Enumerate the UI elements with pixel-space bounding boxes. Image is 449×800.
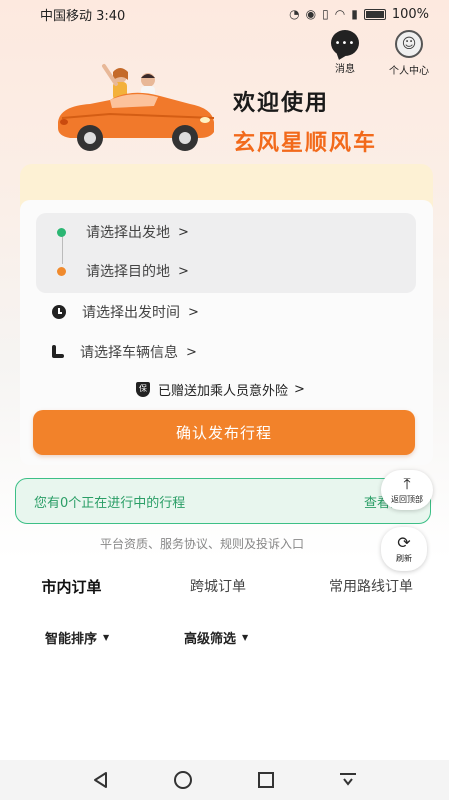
destination-placeholder: 请选择目的地 [86,264,170,280]
speedometer-icon: ◔ [289,7,300,21]
car-illustration [58,64,215,151]
order-tabs: 市内订单 跨城订单 常用路线订单 [0,564,449,608]
ongoing-trips-bar[interactable]: 您有0个正在进行中的行程 查看全部 [15,478,431,524]
status-left: 中国移动 3:40 [40,5,125,24]
chevron-right-icon: > [188,304,199,320]
welcome-line-2: 玄风星顺风车 [233,131,378,156]
recents-square-icon [257,772,274,788]
welcome-line-1: 欢迎使用 [233,91,330,116]
profile-label: 个人中心 [389,66,429,77]
shield-icon: 保 [136,382,150,397]
refresh-icon: ⟳ [397,532,411,552]
back-to-top-label: 返回顶部 [391,494,423,504]
caret-down-icon: ▼ [103,633,110,642]
tab-frequent-route-orders[interactable]: 常用路线订单 [293,564,449,608]
status-bar: 中国移动 3:40 ◔ ◉ ▯ ◠ ▮ 100% [0,0,449,28]
back-triangle-icon [94,772,108,788]
home-circle-icon [174,771,193,789]
header-actions: ••• 消息 ☺ 个人中心 [331,30,429,77]
chevron-right-icon: > [186,344,197,360]
chevron-right-icon: > [178,263,189,279]
insurance-link[interactable]: 保 已赠送加乘人员意外险 > [136,380,305,399]
nav-back-button[interactable] [81,765,121,795]
carrier-time: 中国移动 3:40 [40,8,126,24]
system-nav-bar [0,760,449,800]
caret-down-icon: ▼ [242,633,249,642]
tab-city-orders[interactable]: 市内订单 [0,564,143,608]
origin-selector[interactable]: 请选择出发地 > [57,222,189,242]
chevron-right-icon: > [294,382,305,397]
status-right: ◔ ◉ ▯ ◠ ▮ 100% [289,7,429,22]
advanced-filter-dropdown[interactable]: 高级筛选 ▼ [184,628,248,647]
back-to-top-button[interactable]: ⤒ 返回顶部 [381,470,433,510]
battery-icon [363,8,386,20]
origin-placeholder: 请选择出发地 [86,225,170,241]
signal-icon: ▮ [351,7,358,21]
hide-nav-icon [339,773,356,786]
nav-hide-button[interactable] [328,765,368,795]
clock-icon [52,305,66,319]
chat-bubble-icon: ••• [331,30,359,56]
advanced-filter-label: 高级筛选 [184,632,237,647]
wifi-icon: ◠ [334,7,346,21]
tab-intercity-orders[interactable]: 跨城订单 [143,564,293,608]
departure-time-selector[interactable]: 请选择出发时间 > [52,302,199,322]
destination-selector[interactable]: 请选择目的地 > [57,261,189,281]
vehicle-info-selector[interactable]: 请选择车辆信息 > [50,342,197,362]
vehicle-placeholder: 请选择车辆信息 [80,345,178,361]
origin-dot-icon [57,227,66,237]
ongoing-trips-text: 您有0个正在进行中的行程 [34,495,186,511]
messages-button[interactable]: ••• 消息 [331,30,359,77]
chevron-right-icon: > [178,224,189,240]
battery-level: 100% [391,6,429,22]
messages-label: 消息 [335,64,355,75]
eye-icon: ◉ [305,7,317,21]
smart-sort-dropdown[interactable]: 智能排序 ▼ [45,628,109,647]
welcome-heading: 欢迎使用 玄风星顺风车 [233,85,377,157]
smart-sort-label: 智能排序 [45,632,98,647]
time-placeholder: 请选择出发时间 [82,305,180,321]
profile-button[interactable]: ☺ 个人中心 [389,30,429,77]
seat-icon [50,344,66,360]
refresh-label: 刷新 [396,553,412,563]
platform-links[interactable]: 平台资质、服务协议、规则及投诉入口 [100,535,304,552]
avatar-icon: ☺ [395,30,423,58]
destination-dot-icon [57,266,66,276]
confirm-publish-button[interactable]: 确认发布行程 [33,410,415,455]
vibrate-icon: ▯ [322,7,329,21]
nav-home-button[interactable] [163,765,203,795]
nav-recents-button[interactable] [246,765,286,795]
arrow-up-icon: ⤒ [403,473,411,493]
insurance-text: 已赠送加乘人员意外险 [158,384,289,399]
